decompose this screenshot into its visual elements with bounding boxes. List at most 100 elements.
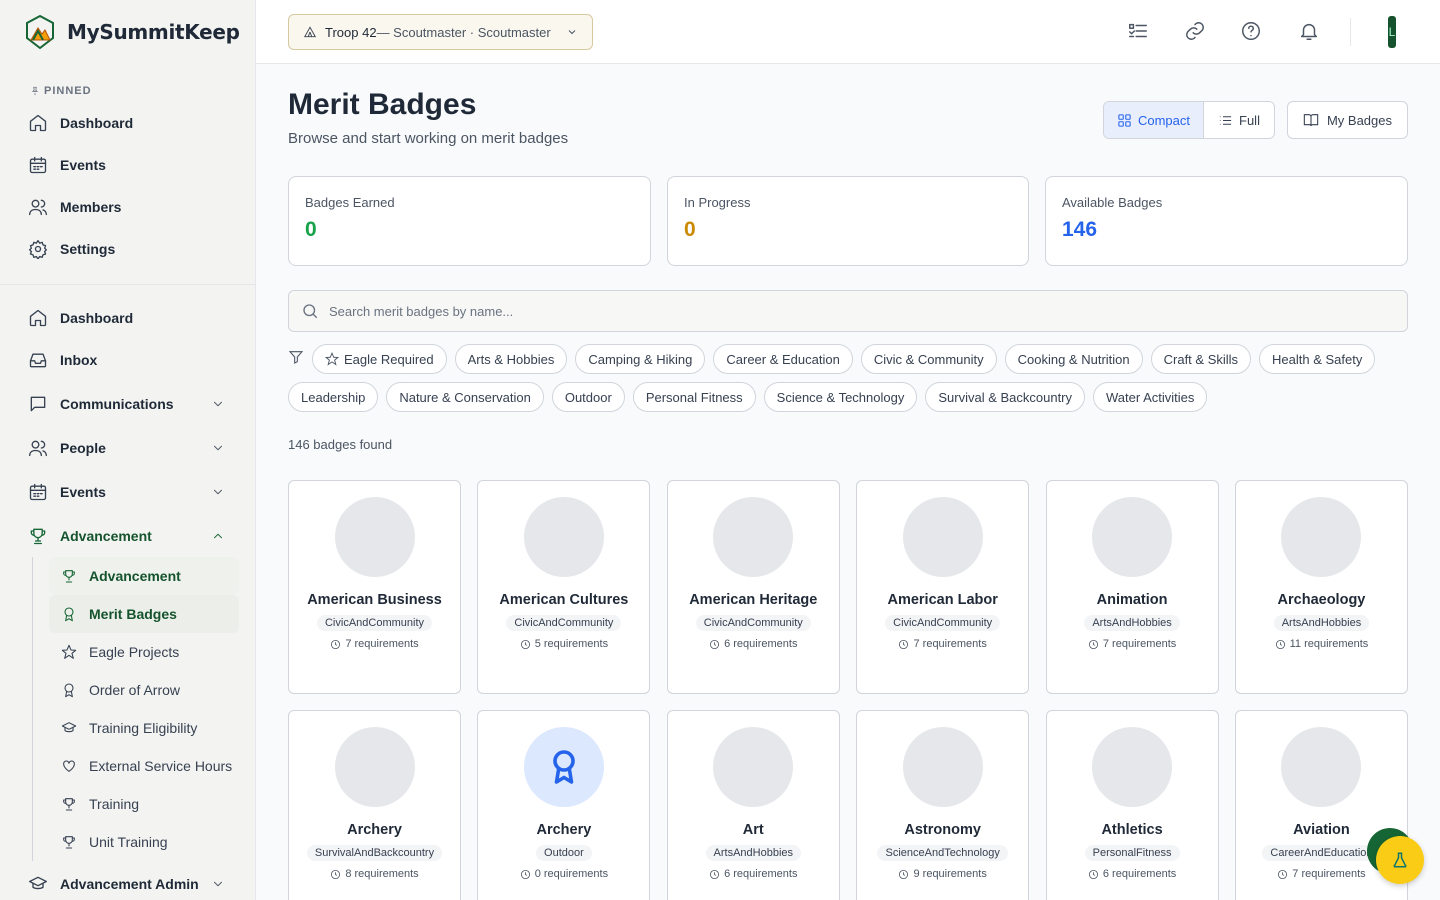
pinned-dashboard[interactable]: Dashboard	[0, 102, 255, 144]
my-badges-button[interactable]: My Badges	[1287, 101, 1408, 139]
filter-chip[interactable]: Civic & Community	[860, 344, 997, 374]
badge-requirements-text: 0 requirements	[534, 868, 609, 880]
graduation-cap-icon	[61, 722, 77, 733]
nav-label: Events	[60, 157, 106, 173]
badge-card[interactable]: Astronomy ScienceAndTechnology 9 requireme…	[856, 710, 1030, 900]
sidebar-item-people[interactable]: People	[0, 427, 255, 469]
feedback-fab-button[interactable]	[1376, 836, 1424, 884]
nav-label: People	[60, 440, 106, 456]
filter-chip[interactable]: Craft & Skills	[1150, 344, 1252, 374]
page-title: Merit Badges	[288, 88, 477, 121]
badge-card[interactable]: American Business CivicAndCommunity 7 requ…	[288, 480, 461, 694]
checklist-icon	[1129, 23, 1147, 38]
filter-chip[interactable]: Cooking & Nutrition	[1004, 344, 1143, 374]
subnav-eagle-projects[interactable]: Eagle Projects	[49, 633, 239, 671]
sidebar-item-advancement[interactable]: Advancement	[0, 515, 255, 557]
pinned-members[interactable]: Members	[0, 186, 255, 228]
badge-requirements: 7 requirements	[898, 638, 987, 650]
message-icon	[30, 396, 46, 412]
filter-chip-label: Survival & Backcountry	[938, 389, 1073, 405]
subnav-merit-badges[interactable]: Merit Badges	[49, 595, 239, 633]
filter-chip[interactable]: Health & Safety	[1259, 344, 1376, 374]
filter-chip[interactable]: Personal Fitness	[632, 382, 756, 412]
filter-chip[interactable]: Water Activities	[1093, 382, 1208, 412]
badge-requirements: 7 requirements	[1277, 868, 1366, 880]
help-button[interactable]	[1240, 20, 1264, 44]
clock-icon	[1275, 639, 1285, 649]
badge-image-placeholder	[1092, 497, 1173, 577]
home-icon	[29, 114, 47, 132]
filter-chip[interactable]: Camping & Hiking	[575, 344, 706, 374]
category-filters: Eagle Required Arts & Hobbies Camping & Hi…	[288, 344, 1418, 420]
subnav-order-of-arrow[interactable]: Order of Arrow	[49, 671, 239, 709]
calendar-icon	[29, 156, 47, 174]
view-full-button[interactable]: Full	[1204, 102, 1274, 138]
badge-card[interactable]: Archaeology ArtsAndHobbies 11 requirements	[1234, 480, 1408, 694]
filter-chip[interactable]: Career & Education	[713, 344, 853, 374]
subnav-external-service-hours[interactable]: External Service Hours	[49, 747, 239, 785]
checklist-button[interactable]	[1127, 20, 1151, 44]
trophy-icon	[63, 836, 75, 849]
badge-card[interactable]: American Labor CivicAndCommunity 7 require…	[856, 480, 1030, 694]
subnav-training-eligibility[interactable]: Training Eligibility	[49, 709, 239, 747]
badge-card[interactable]: Archery Outdoor 0 requirements	[477, 710, 651, 900]
badge-requirements: 6 requirements	[709, 868, 797, 880]
sidebar-item-advancement-admin[interactable]: Advancement Admin	[0, 861, 255, 900]
filter-chip[interactable]: Arts & Hobbies	[454, 344, 568, 374]
chevron-down-icon	[214, 445, 222, 451]
troop-selector[interactable]: Troop 42 — Scoutmaster · Scoutmaster	[288, 14, 593, 50]
badge-card[interactable]: American Heritage CivicAndCommunity 6 requ…	[666, 480, 840, 694]
badge-name: Animation	[1096, 592, 1168, 608]
trophy-icon	[63, 570, 75, 583]
filter-chip[interactable]: Outdoor	[551, 382, 625, 412]
filter-chip[interactable]: Survival & Backcountry	[925, 382, 1086, 412]
notifications-button[interactable]	[1298, 20, 1322, 44]
filter-chip[interactable]: Leadership	[288, 382, 379, 412]
sidebar-item-events[interactable]: Events	[0, 469, 255, 515]
bell-icon	[1300, 23, 1318, 40]
badge-card[interactable]: Archery SurvivalAndBackcountry 8 requireme…	[288, 710, 461, 900]
badge-image-placeholder	[902, 497, 983, 577]
badge-card[interactable]: American Cultures CivicAndCommunity 5 requ…	[477, 480, 651, 694]
badge-card[interactable]: Athletics PersonalFitness 6 requirements	[1045, 710, 1219, 900]
sidebar-item-inbox[interactable]: Inbox	[0, 339, 255, 381]
advancement-subnav: Advancement Merit Badges Eagle Projects …	[32, 557, 255, 861]
filter-chip-label: Eagle Required	[344, 351, 434, 367]
avatar[interactable]: L	[1388, 16, 1396, 48]
sidebar-item-communications[interactable]: Communications	[0, 381, 255, 427]
badge-name: Archery	[347, 822, 402, 838]
filter-chip[interactable]: Nature & Conservation	[386, 382, 544, 412]
view-compact-button[interactable]: Compact	[1104, 102, 1204, 138]
subnav-training[interactable]: Training	[49, 785, 239, 823]
sidebar-item-dashboard[interactable]: Dashboard	[0, 297, 255, 339]
filter-chip[interactable]: Eagle Required	[312, 344, 447, 374]
help-circle-icon	[1242, 22, 1260, 40]
badge-card[interactable]: Animation ArtsAndHobbies 7 requirements	[1045, 480, 1219, 694]
clock-icon	[1088, 869, 1098, 879]
badge-name: Art	[742, 822, 764, 838]
link-button[interactable]	[1184, 20, 1208, 44]
badge-image-placeholder	[334, 497, 415, 577]
badge-name: Archery	[536, 822, 592, 838]
subnav-advancement[interactable]: Advancement	[49, 557, 239, 595]
brand[interactable]: MySummitKeep	[0, 0, 255, 64]
badge-requirements-text: 6 requirements	[724, 868, 798, 880]
pinned-settings[interactable]: Settings	[0, 228, 255, 270]
pinned-events[interactable]: Events	[0, 144, 255, 186]
badge-requirements-text: 7 requirements	[1102, 638, 1177, 650]
badge-card[interactable]: Art ArtsAndHobbies 6 requirements	[666, 710, 840, 900]
search-bar	[288, 290, 1408, 332]
subnav-unit-training[interactable]: Unit Training	[49, 823, 239, 861]
filter-chip[interactable]: Science & Technology	[763, 382, 918, 412]
search-input[interactable]	[329, 303, 1329, 319]
clock-icon	[520, 869, 530, 879]
badge-image-placeholder	[713, 727, 794, 807]
nav-label: Advancement	[60, 528, 152, 544]
badge-requirements: 0 requirements	[520, 868, 608, 880]
tent-icon	[303, 26, 317, 38]
graduation-cap-icon	[29, 876, 47, 890]
nav-label: Communications	[60, 396, 174, 412]
view-full-label: Full	[1239, 112, 1260, 128]
troop-role: — Scoutmaster · Scoutmaster	[376, 24, 551, 40]
badge-requirements-text: 7 requirements	[345, 638, 419, 650]
